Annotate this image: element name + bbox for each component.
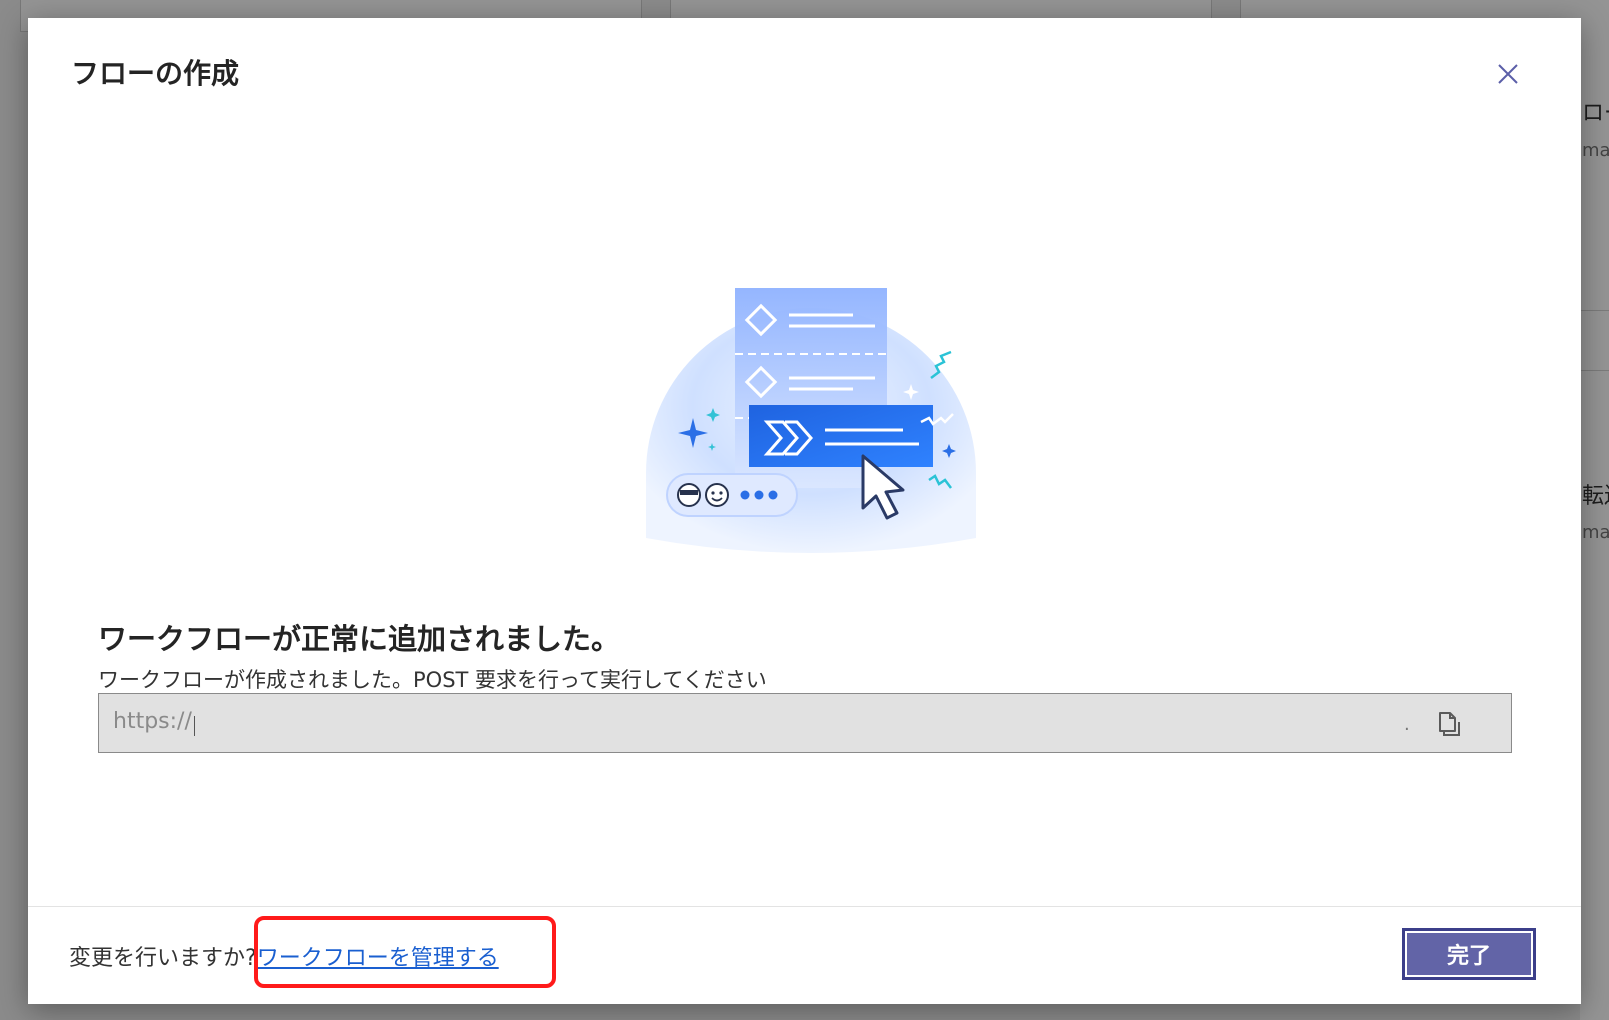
- workflow-success-illustration: [646, 288, 976, 553]
- annotation-highlight-box: [254, 916, 556, 988]
- dialog-title: フローの作成: [71, 57, 240, 90]
- close-button[interactable]: [1488, 54, 1528, 94]
- footer-divider: [28, 906, 1581, 907]
- copy-button[interactable]: [1431, 706, 1465, 740]
- copy-icon: [1439, 712, 1460, 736]
- success-subtitle: ワークフローが作成されました。POST 要求を行って実行してください: [98, 668, 767, 692]
- url-trailing-char: .: [1404, 714, 1410, 735]
- create-flow-dialog: フローの作成 ワークフローが正常に追加されました。 ワークフローが作成されました…: [28, 18, 1581, 1004]
- success-title: ワークフローが正常に追加されました。: [98, 622, 621, 656]
- webhook-url-text: https://: [113, 709, 192, 734]
- close-icon: [1498, 64, 1518, 84]
- text-caret: [194, 716, 195, 736]
- done-button[interactable]: 完了: [1402, 928, 1536, 980]
- footer-prompt-text: 変更を行いますか?: [69, 946, 257, 971]
- webhook-url-field[interactable]: https:// .: [98, 693, 1512, 753]
